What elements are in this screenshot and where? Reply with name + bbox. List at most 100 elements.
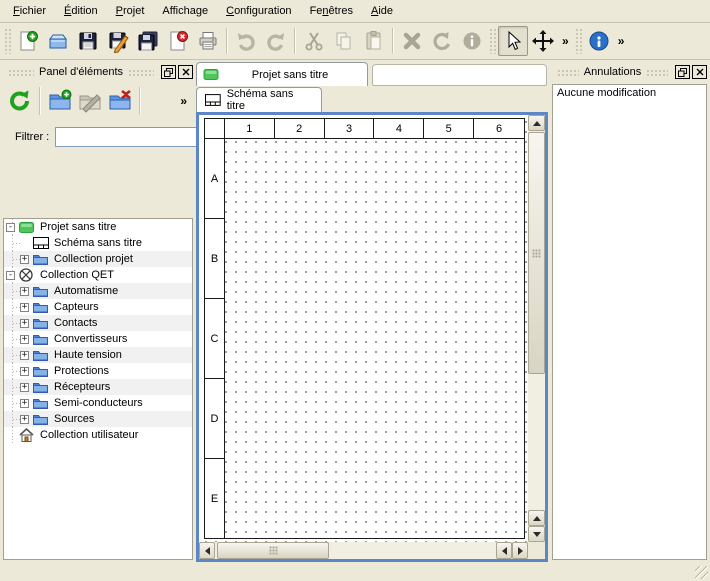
expander-icon[interactable]: - [6,271,15,280]
edit-category-button[interactable] [75,86,105,116]
new-file-button[interactable] [13,26,43,56]
menu-accel: P [116,5,123,17]
close-panel-button[interactable] [178,65,193,79]
close-icon [182,68,190,76]
expander-icon[interactable]: + [20,399,29,408]
open-file-button[interactable] [43,26,73,56]
folder-edit-icon [77,88,103,114]
expander-icon[interactable]: + [20,287,29,296]
undo-list-item[interactable]: Aucune modification [553,85,706,101]
tree-item-label: Semi-conducteurs [54,397,143,409]
scrollbar-corner [528,542,545,559]
rotate-button[interactable] [427,26,457,56]
vertical-scrollbar[interactable] [528,115,545,542]
tree-item-contacts[interactable]: + Contacts [4,315,192,331]
tree-item-capteurs[interactable]: + Capteurs [4,299,192,315]
resize-grip[interactable] [695,566,708,579]
scroll-left-button-2[interactable] [496,542,512,559]
float-panel-button[interactable] [675,65,690,79]
toolbar-overflow-chevron[interactable]: » [558,34,573,48]
menu-configuration[interactable]: Configuration [217,2,300,20]
tab-projet-sans-titre[interactable]: Projet sans titre [196,62,368,86]
tree-item-collection-projet[interactable]: + Collection projet [4,251,192,267]
element-info-button[interactable] [457,26,487,56]
delete-button[interactable] [397,26,427,56]
menu-projet[interactable]: Projet [107,2,154,20]
tree-item-recepteurs[interactable]: + Récepteurs [4,379,192,395]
expander-icon[interactable]: + [20,383,29,392]
tree-item-semi-conducteurs[interactable]: + Semi-conducteurs [4,395,192,411]
expander-icon[interactable]: + [20,255,29,264]
panel-overflow-chevron[interactable]: » [176,94,191,108]
tree-item-convertisseurs[interactable]: + Convertisseurs [4,331,192,347]
expander-icon[interactable]: + [20,351,29,360]
scroll-up-button-2[interactable] [528,510,545,526]
tree-item-schema-sans-titre[interactable]: Schéma sans titre [4,235,192,251]
tree-item-collection-qet[interactable]: - Collection QET [4,267,192,283]
tree-item-protections[interactable]: + Protections [4,363,192,379]
menu-aide[interactable]: Aide [362,2,402,20]
toolbar-overflow-chevron[interactable]: » [614,34,629,48]
expander-icon[interactable]: + [20,319,29,328]
save-button[interactable] [73,26,103,56]
cursor-arrow-icon [501,29,525,53]
close-file-button[interactable] [163,26,193,56]
tree-item-label: Collection QET [40,269,114,281]
scroll-right-button[interactable] [512,542,528,559]
folder-plus-icon [47,88,73,114]
arrow-up-icon [533,516,541,521]
schema-canvas[interactable]: 1 2 3 4 5 6 A B C D E [196,112,548,562]
select-tool-button[interactable] [498,26,528,56]
folder-icon [33,397,50,410]
tree-item-projet-sans-titre[interactable]: - Projet sans titre [4,219,192,235]
frame-column-label: 4 [374,119,424,138]
about-button[interactable] [584,26,614,56]
frame-row-label: C [205,299,224,379]
undo-icon [234,29,258,53]
menu-edition[interactable]: Édition [55,2,107,20]
menu-fichier[interactable]: Fichier [4,2,55,20]
toolbar-drag-handle[interactable] [489,28,496,54]
frame-column-label: 6 [474,119,524,138]
tree-item-haute-tension[interactable]: + Haute tension [4,347,192,363]
print-button[interactable] [193,26,223,56]
copy-button[interactable] [329,26,359,56]
move-tool-button[interactable] [528,26,558,56]
close-panel-button[interactable] [692,65,707,79]
tab-schema-sans-titre[interactable]: Schéma sans titre [196,87,322,112]
tree-item-collection-utilisateur[interactable]: Collection utilisateur [4,427,192,443]
expander-icon[interactable]: + [20,415,29,424]
toolbar-drag-handle[interactable] [4,28,11,54]
horizontal-scrollbar[interactable] [199,542,528,559]
new-category-button[interactable] [45,86,75,116]
menu-affichage[interactable]: Affichage [153,2,217,20]
paste-button[interactable] [359,26,389,56]
scroll-up-button[interactable] [528,115,545,131]
expander-icon[interactable]: + [20,335,29,344]
reload-collections-button[interactable] [5,86,35,116]
expander-icon[interactable]: - [6,223,15,232]
save-as-button[interactable] [103,26,133,56]
save-all-button[interactable] [133,26,163,56]
menu-fenetres[interactable]: Fenêtres [301,2,362,20]
tree-item-sources[interactable]: + Sources [4,411,192,427]
tree-item-automatisme[interactable]: + Automatisme [4,283,192,299]
scroll-left-button[interactable] [199,542,215,559]
expander-icon[interactable]: + [20,367,29,376]
undo-button[interactable] [231,26,261,56]
vertical-scroll-thumb[interactable] [528,132,545,374]
redo-button[interactable] [261,26,291,56]
toolbar-drag-handle[interactable] [575,28,582,54]
float-panel-button[interactable] [161,65,176,79]
expander-icon[interactable]: + [20,303,29,312]
filter-input[interactable] [55,127,205,147]
schema-drawing-area[interactable]: 1 2 3 4 5 6 A B C D E [199,115,528,542]
horizontal-scroll-thumb[interactable] [217,542,329,559]
elements-panel-titlebar[interactable]: Panel d'éléments [1,62,195,82]
undo-history-list[interactable]: Aucune modification [552,84,707,560]
tab-bar-filler [372,64,547,86]
delete-category-button[interactable] [105,86,135,116]
scroll-down-button[interactable] [528,526,545,542]
undo-panel-titlebar[interactable]: Annulations [550,62,709,82]
cut-button[interactable] [299,26,329,56]
